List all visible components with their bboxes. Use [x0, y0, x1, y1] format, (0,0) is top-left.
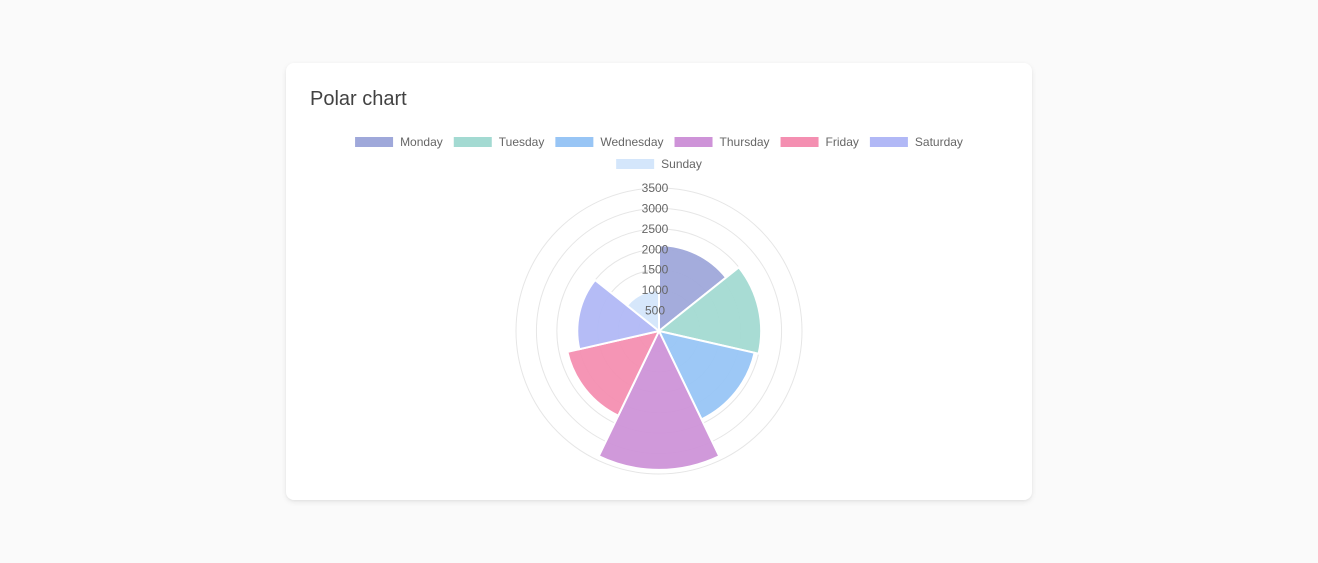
- legend-label: Monday: [400, 135, 443, 149]
- tick-label: 2000: [642, 242, 669, 256]
- legend-item-sunday[interactable]: Sunday: [616, 157, 702, 171]
- tick-label: 1000: [642, 283, 669, 297]
- legend-swatch: [555, 137, 594, 147]
- tick-2500: 2500: [642, 222, 669, 236]
- tick-2000: 2000: [642, 242, 669, 256]
- tick-3000: 3000: [642, 201, 669, 215]
- legend-label: Thursday: [720, 135, 770, 149]
- tick-3500: 3500: [642, 181, 669, 195]
- legend-label: Friday: [826, 135, 859, 149]
- legend-swatch: [869, 137, 908, 147]
- legend-item-thursday[interactable]: Thursday: [674, 135, 770, 149]
- tick-label: 1500: [642, 263, 669, 277]
- chart-legend[interactable]: Monday Tuesday Wednesday Thursday Friday Satu…: [355, 135, 963, 171]
- tick-label: 2500: [642, 222, 669, 236]
- legend-item-friday[interactable]: Friday: [780, 135, 859, 149]
- tick-1500: 1500: [642, 263, 669, 277]
- tick-1000: 1000: [642, 283, 669, 297]
- legend-label: Saturday: [915, 135, 963, 149]
- legend-label: Wednesday: [600, 135, 663, 149]
- legend-item-saturday[interactable]: Saturday: [869, 135, 963, 149]
- legend-swatch: [780, 137, 819, 147]
- legend-label: Tuesday: [499, 135, 545, 149]
- legend-swatch: [453, 137, 492, 147]
- legend-item-wednesday[interactable]: Wednesday: [555, 135, 664, 149]
- tick-label: 3000: [642, 201, 669, 215]
- legend-swatch: [674, 137, 713, 147]
- polar-chart[interactable]: Monday Tuesday Wednesday Thursday Friday Satu…: [286, 63, 1032, 500]
- tick-label: 500: [645, 304, 665, 318]
- chart-card: Polar chart Monday Tuesday Wednesday Thursd…: [286, 63, 1032, 500]
- legend-label: Sunday: [661, 157, 702, 171]
- tick-500: 500: [645, 304, 665, 318]
- legend-swatch: [355, 137, 394, 147]
- tick-label: 3500: [642, 181, 669, 195]
- radial-tick-labels: 500 1000 1500 2000 2500 3000 3500: [642, 181, 669, 318]
- legend-item-monday[interactable]: Monday: [355, 135, 443, 149]
- legend-swatch: [616, 159, 655, 169]
- legend-item-tuesday[interactable]: Tuesday: [453, 135, 545, 149]
